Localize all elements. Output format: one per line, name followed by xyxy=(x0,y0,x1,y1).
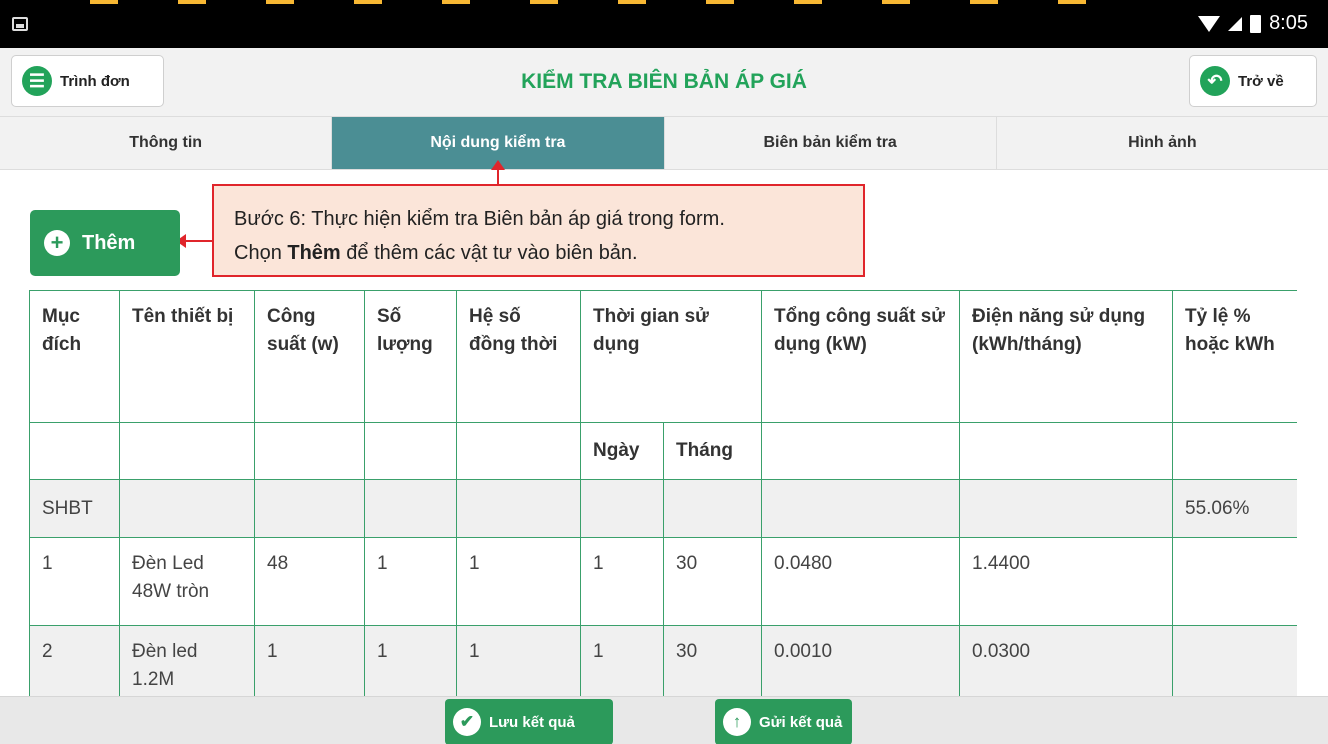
table-cell: 55.06% xyxy=(1172,479,1297,538)
callout-text: Chọn xyxy=(234,242,288,264)
status-stripe xyxy=(266,0,294,4)
callout-arrow-up xyxy=(491,160,505,184)
table-cell: 30 xyxy=(663,537,762,626)
table-cell: SHBT xyxy=(29,479,120,538)
tab-bar: Thông tin Nội dung kiểm tra Biên bản kiể… xyxy=(0,116,1328,170)
status-stripe xyxy=(882,0,910,4)
col-header: Tỷ lệ % hoặc kWh xyxy=(1172,290,1297,423)
status-stripe xyxy=(354,0,382,4)
table-cell: 1 xyxy=(364,537,457,626)
table-cell: 48 xyxy=(254,537,365,626)
clock: 8:05 xyxy=(1269,12,1308,34)
system-tray: 8:05 xyxy=(1198,12,1308,35)
table-cell: 1 xyxy=(364,625,457,696)
equipment-table: Mục đích Tên thiết bị Công suất (w) Số l… xyxy=(29,290,1297,696)
check-icon: ✔ xyxy=(453,708,481,736)
table-cell: 1 xyxy=(580,625,664,696)
col-header: Mục đích xyxy=(29,290,120,423)
save-result-button[interactable]: ✔ Lưu kết quả xyxy=(445,699,613,744)
col-header: Điện năng sử dụng (kWh/tháng) xyxy=(959,290,1173,423)
save-label: Lưu kết quả xyxy=(489,713,575,731)
status-stripe xyxy=(794,0,822,4)
add-button[interactable]: + Thêm xyxy=(30,210,180,276)
status-stripe xyxy=(618,0,646,4)
instruction-callout: Bước 6: Thực hiện kiểm tra Biên bản áp g… xyxy=(212,184,865,277)
app-header: ☰ Trình đơn KIỂM TRA BIÊN BẢN ÁP GIÁ ↶ T… xyxy=(0,48,1328,116)
battery-icon xyxy=(1250,14,1262,33)
send-label: Gửi kết quả xyxy=(759,713,843,731)
status-stripe xyxy=(442,0,470,4)
col-header: Công suất (w) xyxy=(254,290,365,423)
callout-arrow-left xyxy=(176,234,212,248)
table-cell: 1 xyxy=(29,537,120,626)
col-header: Hệ số đồng thời xyxy=(456,290,581,423)
col-header: Thời gian sử dụng xyxy=(580,290,762,423)
wifi-icon xyxy=(1198,15,1221,32)
callout-line-2: Chọn Thêm để thêm các vật tư vào biên bả… xyxy=(234,236,843,270)
category-row[interactable]: SHBT 55.06% xyxy=(29,479,1297,538)
send-result-button[interactable]: ↑ Gửi kết quả xyxy=(715,699,852,744)
table-cell: 30 xyxy=(663,625,762,696)
back-arrow-icon: ↶ xyxy=(1200,66,1230,96)
tab-info[interactable]: Thông tin xyxy=(0,117,333,169)
table-cell: 0.0480 xyxy=(761,537,960,626)
col-subheader: Tháng xyxy=(663,422,762,480)
col-header: Tổng công suất sử dụng (kW) xyxy=(761,290,960,423)
status-stripe xyxy=(178,0,206,4)
status-stripe xyxy=(90,0,118,4)
equipment-table-container[interactable]: Mục đích Tên thiết bị Công suất (w) Số l… xyxy=(29,290,1297,696)
callout-text: để thêm các vật tư vào biên bản. xyxy=(340,242,638,264)
col-header: Số lượng xyxy=(364,290,457,423)
status-stripe xyxy=(970,0,998,4)
table-cell: 1 xyxy=(456,537,581,626)
status-stripe xyxy=(530,0,558,4)
status-stripe xyxy=(1058,0,1086,4)
back-label: Trở về xyxy=(1238,72,1284,90)
tab-images[interactable]: Hình ảnh xyxy=(997,117,1328,169)
callout-line-1: Bước 6: Thực hiện kiểm tra Biên bản áp g… xyxy=(234,208,725,230)
table-row[interactable]: 2 Đèn led 1.2M 1 1 1 1 30 0.0010 0.0300 xyxy=(29,625,1297,696)
plus-icon: + xyxy=(44,230,70,256)
bottom-action-bar: ✔ Lưu kết quả ↑ Gửi kết quả xyxy=(0,696,1328,744)
table-subheader-row: Ngày Tháng xyxy=(29,422,1297,480)
table-cell: Đèn Led 48W tròn xyxy=(119,537,255,626)
image-notification-icon xyxy=(12,17,28,31)
upload-arrow-icon: ↑ xyxy=(723,708,751,736)
table-cell: 1.4400 xyxy=(959,537,1173,626)
tab-inspection-report[interactable]: Biên bản kiểm tra xyxy=(665,117,997,169)
table-cell: 1 xyxy=(456,625,581,696)
table-cell: 2 xyxy=(29,625,120,696)
status-bar: 8:05 xyxy=(0,0,1328,48)
callout-bold-text: Thêm xyxy=(287,242,341,264)
table-row[interactable]: 1 Đèn Led 48W tròn 48 1 1 1 30 0.0480 1.… xyxy=(29,537,1297,626)
table-cell: 0.0010 xyxy=(761,625,960,696)
page-title: KIỂM TRA BIÊN BẢN ÁP GIÁ xyxy=(521,70,807,93)
signal-icon xyxy=(1228,16,1243,31)
table-cell: Đèn led 1.2M xyxy=(119,625,255,696)
table-cell: 0.0300 xyxy=(959,625,1173,696)
add-label: Thêm xyxy=(82,231,136,254)
table-cell: 1 xyxy=(254,625,365,696)
table-cell: 1 xyxy=(580,537,664,626)
col-subheader: Ngày xyxy=(580,422,664,480)
table-header-row: Mục đích Tên thiết bị Công suất (w) Số l… xyxy=(29,290,1297,423)
status-stripe xyxy=(706,0,734,4)
col-header: Tên thiết bị xyxy=(119,290,255,423)
back-button[interactable]: ↶ Trở về xyxy=(1189,55,1317,107)
